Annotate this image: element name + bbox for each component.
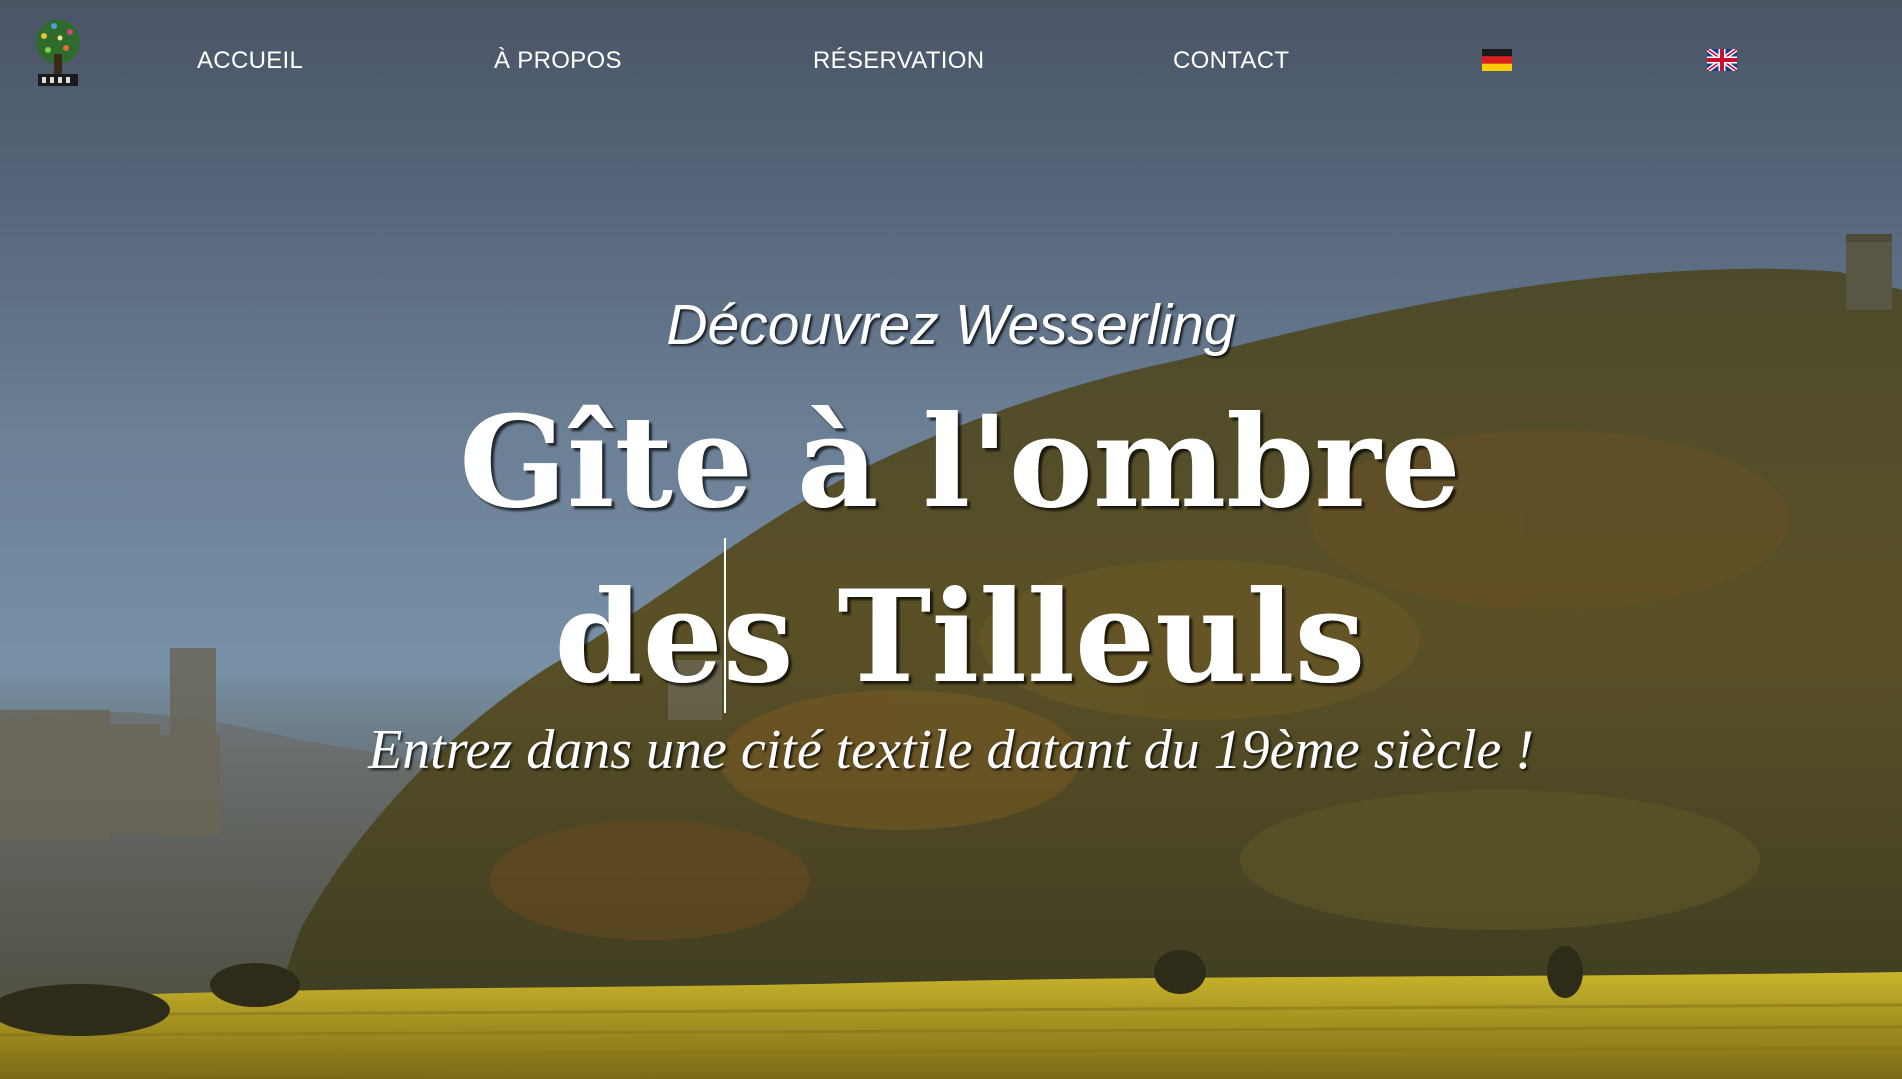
nav-link-a-propos[interactable]: À PROPOS [494, 47, 622, 75]
hero-section: ACCUEIL À PROPOS RÉSERVATION CONTACT Déc… [0, 0, 1902, 1079]
language-german-button[interactable] [1482, 49, 1512, 71]
en-flag-icon [1705, 47, 1739, 73]
text-cursor [724, 538, 726, 713]
hero-tagline: Entrez dans une cité textile datant du 1… [368, 719, 1534, 781]
nav-link-contact[interactable]: CONTACT [1173, 47, 1289, 75]
site-logo[interactable] [26, 16, 90, 88]
language-english-button[interactable] [1705, 47, 1739, 73]
de-flag-icon [1482, 49, 1512, 71]
top-navigation: ACCUEIL À PROPOS RÉSERVATION CONTACT [0, 0, 1902, 125]
hero-title: Gîte à l'ombre des Tilleuls [459, 388, 1461, 711]
tree-logo-icon [36, 20, 80, 86]
hero-overline: Découvrez Wesserling [666, 293, 1236, 357]
nav-link-accueil[interactable]: ACCUEIL [197, 47, 303, 75]
nav-link-reservation[interactable]: RÉSERVATION [813, 47, 984, 75]
